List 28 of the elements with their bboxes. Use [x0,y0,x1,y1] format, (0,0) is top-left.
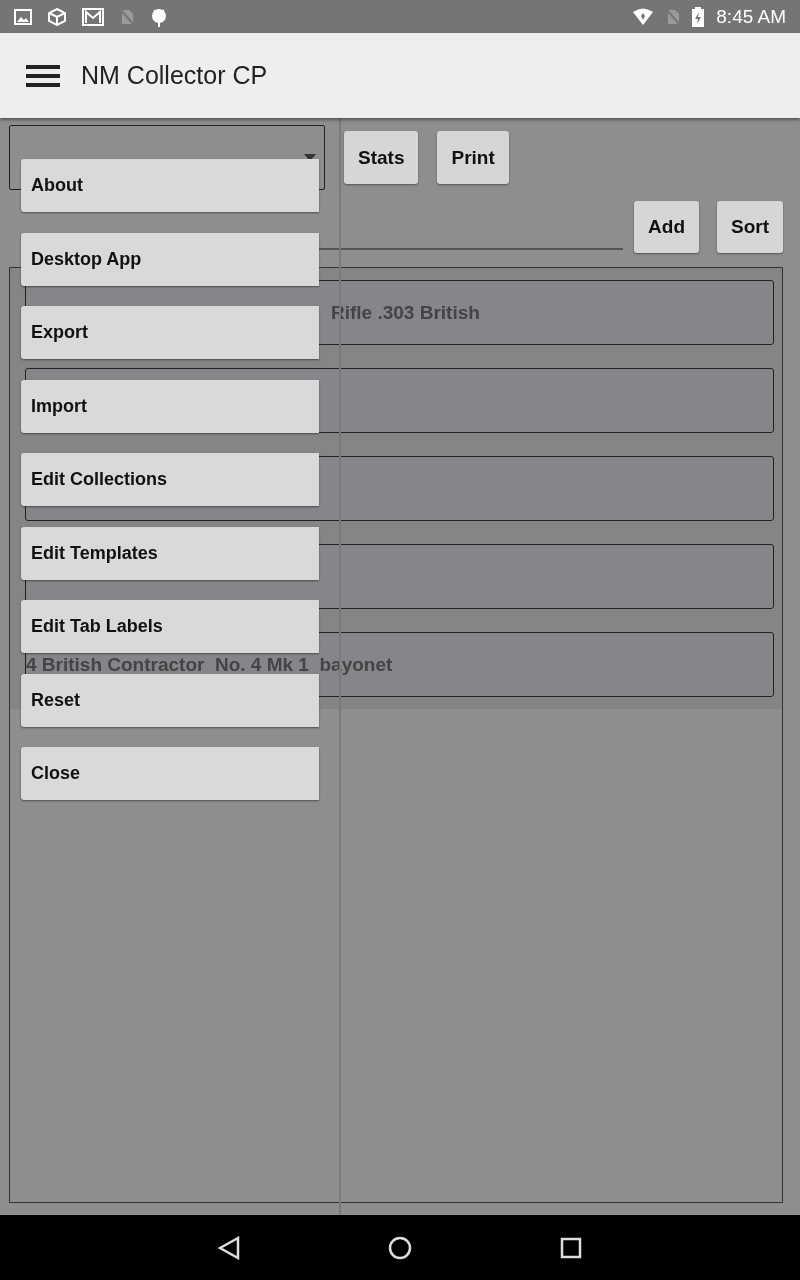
menu-item[interactable]: Edit Templates [21,526,319,580]
image-icon [14,8,32,25]
menu-item[interactable]: Export [21,306,319,359]
no-sim-icon [666,8,681,25]
menu-icon[interactable] [26,63,60,88]
dropdown-caret-icon [304,154,316,161]
mail-icon [82,7,104,26]
app-title: NM Collector CP [81,61,268,90]
menu-item[interactable]: Reset [21,673,319,727]
menu-item[interactable]: Desktop App [21,232,319,286]
cube-icon [48,7,66,26]
recents-icon[interactable] [560,1236,582,1259]
wifi-icon [632,7,655,26]
menu-item[interactable]: About [21,159,319,212]
android-icon [150,6,168,27]
home-icon[interactable] [388,1235,412,1260]
status-time: 8:45 AM [716,5,786,28]
menu-item[interactable]: Edit Collections [21,453,319,506]
menu-item[interactable]: Import [21,379,319,433]
list-button[interactable]: Sort [717,201,783,253]
menu-item[interactable]: Edit Tab Labels [21,600,319,653]
no-sim-icon [120,8,134,25]
menu-item[interactable]: Close [21,747,319,800]
toolbar-button[interactable]: Print [437,131,509,184]
list-button[interactable]: Add [634,201,699,253]
battery-icon [692,6,705,27]
toolbar-button[interactable]: Stats [344,131,419,184]
back-icon[interactable] [218,1235,240,1260]
